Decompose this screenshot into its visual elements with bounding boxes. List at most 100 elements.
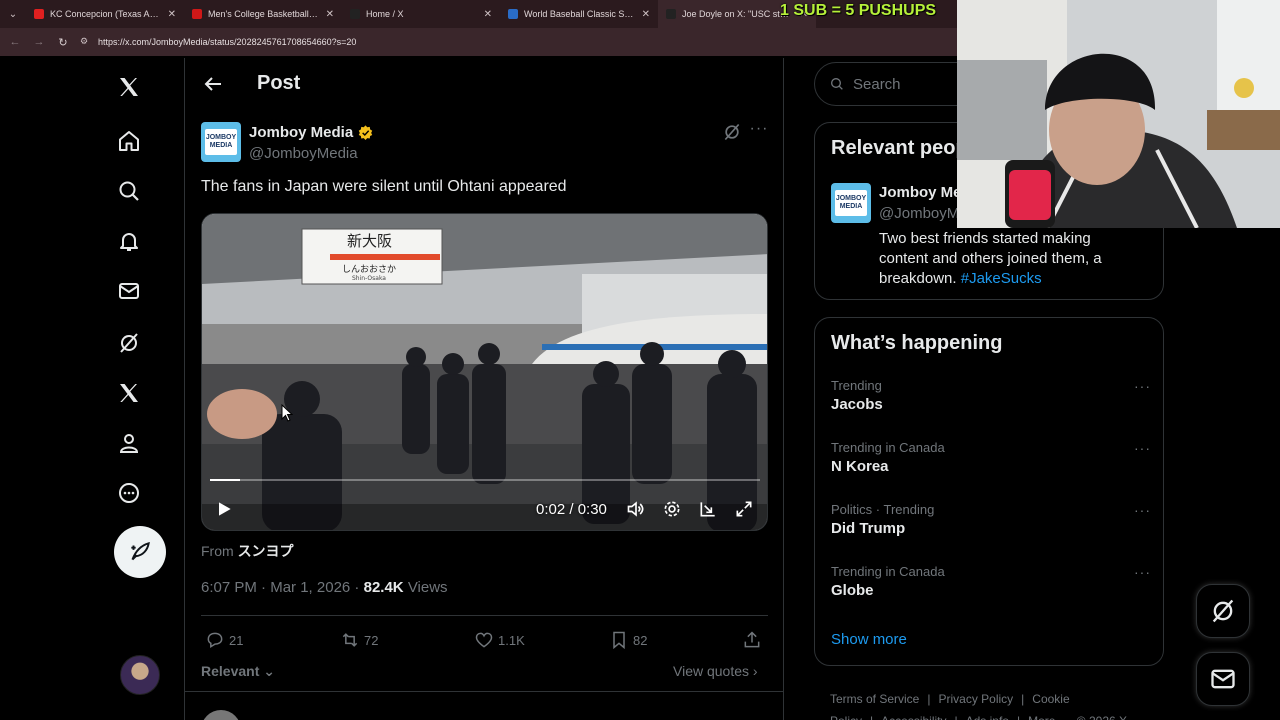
show-more-link[interactable]: Show more xyxy=(831,631,907,648)
trend-more-icon[interactable]: ··· xyxy=(1134,378,1151,394)
trend-item[interactable]: Politics · Trending Did Trump ··· xyxy=(831,502,1151,537)
post-meta: 6:07 PM · Mar 1, 2026 · 82.4K Views xyxy=(201,579,448,596)
compose-post-button[interactable] xyxy=(114,526,166,578)
tab-close-icon[interactable]: ✕ xyxy=(642,9,650,20)
messages-mail-icon[interactable] xyxy=(114,276,144,306)
settings-gear-icon[interactable] xyxy=(662,499,682,519)
account-avatar[interactable] xyxy=(120,655,160,695)
sign-kanji: 新大阪 xyxy=(347,232,392,250)
home-icon[interactable] xyxy=(114,126,144,156)
post-more-icon[interactable]: ··· xyxy=(749,121,769,142)
grok-icon xyxy=(1212,599,1234,623)
trend-item[interactable]: Trending in Canada N Korea ··· xyxy=(831,440,1151,475)
back-arrow-icon[interactable] xyxy=(201,72,225,96)
grok-icon[interactable] xyxy=(114,328,144,358)
divider xyxy=(201,615,768,616)
relevant-person-avatar[interactable]: JOMBOY MEDIA xyxy=(831,183,871,223)
share-button[interactable] xyxy=(742,630,762,650)
sign-romaji: Shin-Osaka xyxy=(352,275,386,282)
view-quotes-label: View quotes xyxy=(673,663,750,679)
webcam-overlay xyxy=(957,0,1280,228)
explore-search-icon[interactable] xyxy=(114,176,144,206)
search-icon xyxy=(831,78,843,90)
footer-separator: | xyxy=(955,714,958,720)
trend-more-icon[interactable]: ··· xyxy=(1134,440,1151,456)
views-count: 82.4K xyxy=(363,579,404,596)
trend-category: Politics · Trending xyxy=(831,502,935,517)
heart-icon xyxy=(475,632,493,648)
tab-close-icon[interactable]: ✕ xyxy=(484,9,492,20)
bio-hashtag-link[interactable]: #JakeSucks xyxy=(961,270,1042,287)
back-nav-icon[interactable]: ← xyxy=(6,33,24,51)
x-logo-icon[interactable] xyxy=(114,72,144,102)
bookmark-button[interactable]: 82 xyxy=(609,630,647,650)
reload-icon[interactable]: ↻ xyxy=(54,33,72,51)
url-text: https://x.com/JomboyMedia/status/2028245… xyxy=(98,37,357,47)
video-player[interactable]: 新大阪 しんおおさか Shin-Osaka 0:02 / 0:30 xyxy=(201,213,768,531)
author-name[interactable]: Jomboy Media xyxy=(249,124,374,141)
whats-happening-panel: What’s happening Trending Jacobs ··· Trendi… xyxy=(814,317,1164,666)
whats-happening-title: What’s happening xyxy=(831,332,1003,354)
author-avatar[interactable]: JOMBOY MEDIA xyxy=(201,122,241,162)
footer-link[interactable]: Ads info xyxy=(966,714,1009,720)
footer-link[interactable]: Terms of Service xyxy=(830,692,919,706)
browser-tab[interactable]: KC Concepcion (Texas A&M ✕ xyxy=(26,0,184,28)
footer-links: Terms of Service|Privacy Policy|Cookie P… xyxy=(830,688,1160,720)
picture-in-picture-icon[interactable] xyxy=(698,499,718,519)
trend-item[interactable]: Trending in Canada Globe ··· xyxy=(831,564,1151,599)
avatar-logo-line1: JOMBOY xyxy=(835,195,867,202)
post-date[interactable]: Mar 1, 2026 xyxy=(270,579,350,596)
tab-favicon-icon xyxy=(34,9,44,19)
site-info-icon[interactable]: ⚙ xyxy=(80,36,92,48)
reply-sort-dropdown[interactable]: Relevant ⌄ xyxy=(201,663,275,680)
view-quotes-link[interactable]: View quotes › xyxy=(673,663,758,679)
repost-button[interactable]: 72 xyxy=(340,630,378,650)
avatar-logo-line1: JOMBOY xyxy=(205,134,237,141)
fullscreen-icon[interactable] xyxy=(734,499,754,519)
reply-count: 21 xyxy=(229,632,244,648)
play-icon[interactable] xyxy=(214,499,234,519)
video-source[interactable]: From スンヨプ xyxy=(201,541,294,561)
footer-link[interactable]: Privacy Policy xyxy=(938,692,1013,706)
like-button[interactable]: 1.1K xyxy=(474,630,525,650)
notifications-bell-icon[interactable] xyxy=(114,226,144,256)
browser-tab[interactable]: Home / X ✕ xyxy=(342,0,500,28)
footer-separator: | xyxy=(1017,714,1020,720)
tab-search-icon[interactable]: ⌄ xyxy=(0,0,26,28)
tab-close-icon[interactable]: ✕ xyxy=(168,9,176,20)
grok-float-button[interactable] xyxy=(1196,584,1250,638)
trend-name: Jacobs xyxy=(831,396,883,413)
messages-float-button[interactable] xyxy=(1196,652,1250,706)
footer-link[interactable]: Accessibility xyxy=(881,714,946,720)
bookmark-count: 82 xyxy=(633,632,648,648)
post-time[interactable]: 6:07 PM xyxy=(201,579,257,596)
trend-more-icon[interactable]: ··· xyxy=(1134,502,1151,518)
tab-title: KC Concepcion (Texas A&M xyxy=(50,9,162,19)
trend-more-icon[interactable]: ··· xyxy=(1134,564,1151,580)
more-circle-icon[interactable] xyxy=(114,478,144,508)
trend-category: Trending xyxy=(831,378,882,393)
footer-link[interactable]: More ... xyxy=(1028,714,1069,720)
sign-kana: しんおおさか xyxy=(342,264,396,275)
reply-icon xyxy=(207,632,223,648)
tab-favicon-icon xyxy=(666,9,676,19)
author-name-text: Jomboy Media xyxy=(249,124,354,141)
premium-x-icon[interactable] xyxy=(114,378,144,408)
tab-title: World Baseball Classic Schedule xyxy=(524,9,636,19)
grok-explain-icon[interactable] xyxy=(722,122,742,142)
forward-nav-icon[interactable]: → xyxy=(30,33,48,51)
trend-item[interactable]: Trending Jacobs ··· xyxy=(831,378,1151,413)
footer-separator: | xyxy=(870,714,873,720)
views-label: Views xyxy=(407,579,448,596)
profile-icon[interactable] xyxy=(114,428,144,458)
divider xyxy=(185,691,783,692)
browser-tab[interactable]: Men's College Basketball Score ✕ xyxy=(184,0,342,28)
video-progress-bar[interactable] xyxy=(210,479,760,481)
author-handle[interactable]: @JomboyMedia xyxy=(249,145,358,162)
volume-icon[interactable] xyxy=(626,499,646,519)
tab-close-icon[interactable]: ✕ xyxy=(326,9,334,20)
from-source: スンヨプ xyxy=(237,543,294,559)
browser-tab[interactable]: World Baseball Classic Schedule ✕ xyxy=(500,0,658,28)
reply-author-avatar[interactable] xyxy=(201,710,241,720)
reply-button[interactable]: 21 xyxy=(205,630,243,650)
